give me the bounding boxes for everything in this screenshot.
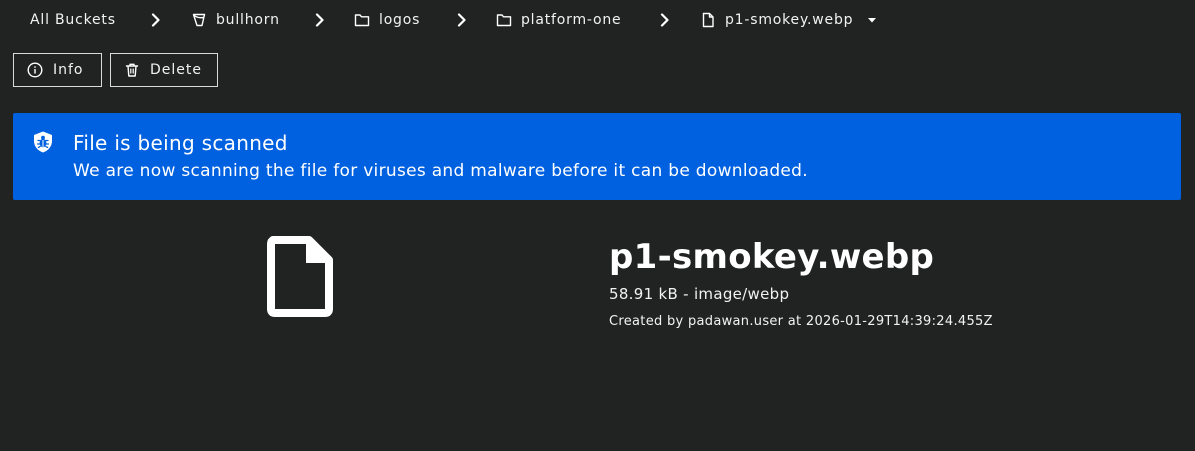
scan-alert: File is being scanned We are now scannin… — [13, 113, 1181, 200]
file-meta: 58.91 kB - image/webp — [609, 285, 789, 303]
file-mime: image/webp — [693, 285, 790, 303]
info-button-label: Info — [53, 62, 84, 78]
breadcrumb-folder-logos-label: logos — [379, 12, 421, 28]
chevron-right-icon — [456, 11, 468, 29]
breadcrumb-folder-platform-one[interactable]: platform-one — [496, 10, 621, 30]
meta-separator: - — [678, 285, 694, 303]
info-icon — [27, 62, 43, 78]
created-at-prefix: at — [783, 314, 806, 329]
trash-icon — [124, 62, 140, 78]
bucket-icon — [191, 12, 207, 28]
chevron-right-icon — [314, 11, 326, 29]
breadcrumb-folder-platform-one-label: platform-one — [521, 12, 622, 28]
chevron-right-icon — [150, 11, 162, 29]
shield-bug-icon — [31, 130, 55, 154]
chevron-right-icon — [659, 11, 671, 29]
created-prefix: Created by — [609, 314, 688, 329]
file-name: p1-smokey.webp — [609, 237, 935, 277]
file-preview-icon — [266, 236, 334, 318]
breadcrumb-bucket-label: bullhorn — [216, 12, 280, 28]
breadcrumb-bucket-bullhorn[interactable]: bullhorn — [191, 10, 280, 30]
breadcrumb-file[interactable]: p1-smokey.webp — [700, 10, 877, 30]
info-button[interactable]: Info — [13, 53, 102, 87]
file-created: Created by padawan.user at 2026-01-29T14… — [609, 314, 993, 329]
folder-icon — [354, 12, 370, 28]
file-size: 58.91 kB — [609, 285, 679, 303]
caret-down-icon[interactable] — [867, 16, 877, 24]
alert-message: We are now scanning the file for viruses… — [73, 161, 808, 181]
delete-button-label: Delete — [150, 62, 202, 78]
breadcrumb: All Buckets bullhorn logos platform-one … — [0, 0, 1195, 40]
delete-button[interactable]: Delete — [110, 53, 218, 87]
breadcrumb-file-label: p1-smokey.webp — [725, 12, 854, 28]
alert-title: File is being scanned — [73, 131, 288, 155]
breadcrumb-all-buckets-label: All Buckets — [30, 12, 116, 28]
created-at: 2026-01-29T14:39:24.455Z — [805, 314, 993, 329]
folder-icon — [496, 12, 512, 28]
breadcrumb-all-buckets[interactable]: All Buckets — [30, 10, 116, 30]
file-icon — [700, 12, 716, 28]
created-by: padawan.user — [687, 314, 784, 329]
breadcrumb-folder-logos[interactable]: logos — [354, 10, 420, 30]
